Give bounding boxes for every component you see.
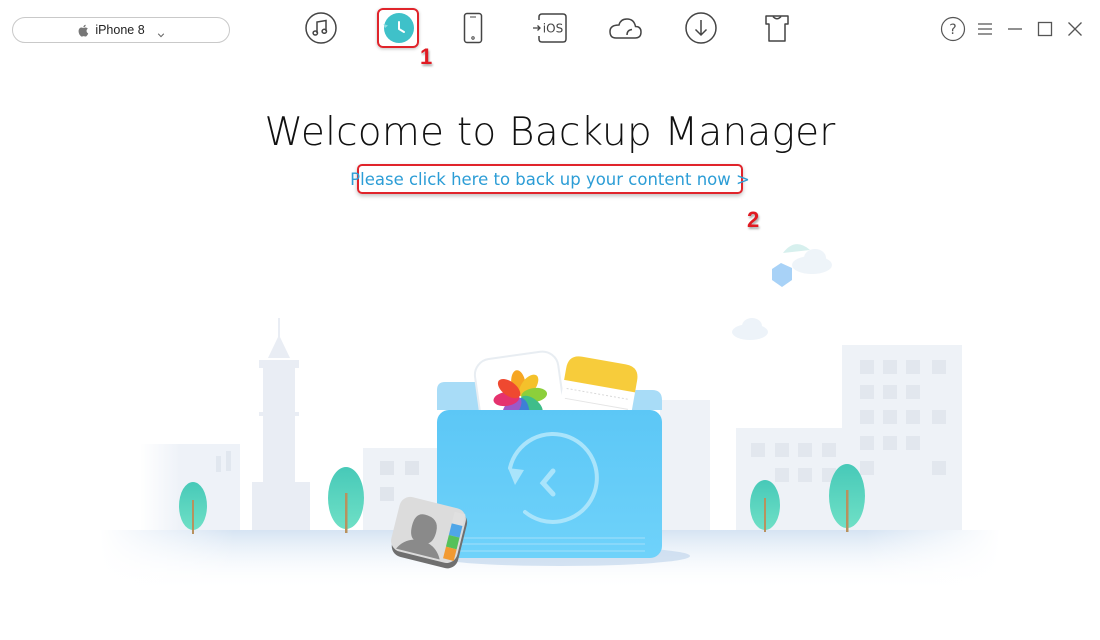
cta-highlight-box: Please click here to back up your conten… [350,164,750,194]
download-icon [685,12,717,44]
tab-icloud-manager[interactable] [607,11,643,45]
tower [252,318,310,532]
ios-label: iOS [543,22,563,36]
tshirt-icon [765,15,789,42]
svg-text:?: ? [949,22,956,38]
clock-backup-icon [383,13,414,43]
minimize-button[interactable] [1004,18,1026,40]
tab-media-downloader[interactable] [684,11,718,45]
backup-illustration [0,200,1100,640]
window-controls: ? [940,16,1086,42]
minimize-icon [1008,28,1022,30]
to-ios-icon: iOS [533,13,567,43]
backup-now-link[interactable]: Please click here to back up your conten… [350,170,750,189]
cloud-icon [609,18,642,39]
building-mid-right [660,400,710,532]
menu-icon [978,23,992,35]
tab-device-manager[interactable] [456,11,490,45]
phone-icon [463,12,483,44]
music-note-icon [305,12,337,44]
cloud-decoration [732,249,832,340]
tab-audio-manager[interactable] [304,11,338,45]
tab-backup-manager[interactable] [381,11,415,45]
tree [328,467,364,533]
tab-ios-mover[interactable]: iOS [532,11,568,45]
help-button[interactable]: ? [940,16,966,42]
main-toolbar: 1 iOS [0,0,1100,69]
maximize-button[interactable] [1034,18,1056,40]
help-icon: ? [940,16,966,42]
close-icon [1068,22,1082,36]
maximize-icon [1037,21,1053,37]
close-button[interactable] [1064,18,1086,40]
page-title: Welcome to Backup Manager [264,110,836,155]
annotation-step-1: 1 [420,44,433,69]
tab-toolkit[interactable] [760,11,794,45]
menu-button[interactable] [974,18,996,40]
